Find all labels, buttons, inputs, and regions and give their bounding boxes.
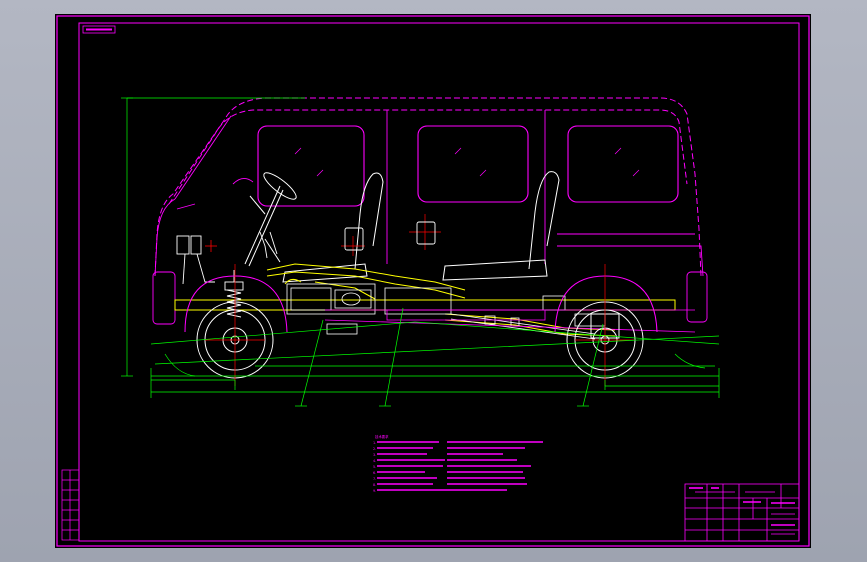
- technical-notes: 技术要求 1. 2. 3. 4. 5. 6. 7. 8. 9.: [372, 433, 546, 497]
- steering-wheel-icon: [244, 172, 297, 267]
- note-line: 2.: [373, 447, 376, 451]
- window-marks: [294, 147, 640, 177]
- brake-reservoir: [205, 240, 217, 252]
- wheel-arches: [184, 275, 658, 333]
- notes-text-bars: [377, 441, 543, 491]
- title-block: [684, 483, 800, 542]
- drawing-sheet[interactable]: 技术要求 1. 2. 3. 4. 5. 6. 7. 8. 9.: [55, 14, 811, 548]
- note-line: 9.: [373, 489, 376, 493]
- note-line: 1.: [373, 441, 376, 445]
- cad-viewport[interactable]: 技术要求 1. 2. 3. 4. 5. 6. 7. 8. 9.: [0, 0, 867, 562]
- revision-table: [61, 469, 80, 541]
- note-line: 7.: [373, 477, 376, 481]
- chassis-frame: [174, 263, 676, 337]
- note-line: 5.: [373, 465, 376, 469]
- notes-heading: 技术要求: [375, 434, 389, 439]
- note-line: 6.: [373, 471, 376, 475]
- inner-border: [78, 22, 800, 542]
- note-line: 3.: [373, 453, 376, 457]
- note-line: 4.: [373, 459, 376, 463]
- leader-lines: [295, 307, 604, 407]
- vehicle-body-outline: [154, 97, 702, 277]
- window-icon: [257, 125, 679, 207]
- chassis-drawing: 技术要求 1. 2. 3. 4. 5. 6. 7. 8. 9.: [56, 15, 810, 547]
- seat-icon: [282, 171, 560, 283]
- note-line: 8.: [373, 483, 376, 487]
- note-lines: 1. 2. 3. 4. 5. 6. 7. 8. 9.: [373, 441, 376, 493]
- title-block-fill: [689, 487, 795, 526]
